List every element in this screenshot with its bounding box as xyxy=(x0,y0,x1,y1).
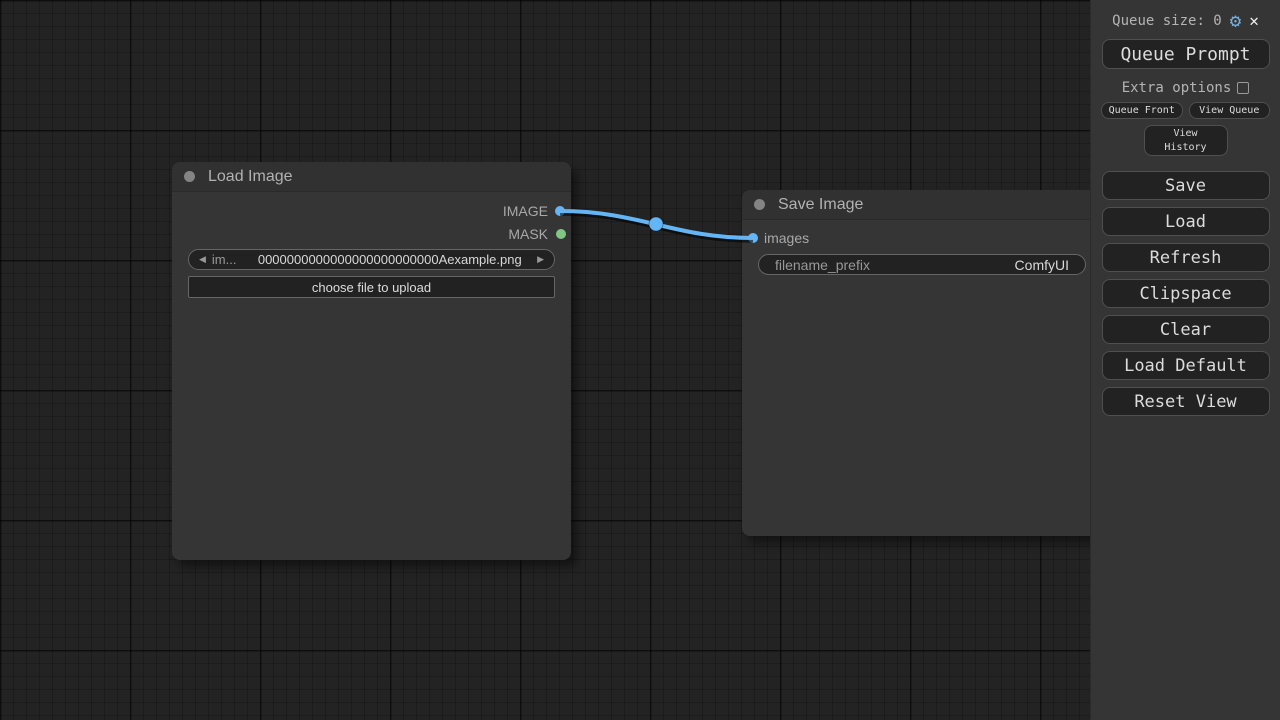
extra-options-label: Extra options xyxy=(1122,80,1232,96)
reset-view-button[interactable]: Reset View xyxy=(1102,387,1270,416)
node-save-image[interactable]: Save Image images filename_prefix ComfyU… xyxy=(742,190,1102,536)
clear-button[interactable]: Clear xyxy=(1102,315,1270,344)
output-label-image: IMAGE xyxy=(503,204,548,218)
save-image-title-bar[interactable]: Save Image xyxy=(742,190,1102,220)
combo-prev-icon[interactable]: ◀ xyxy=(199,254,206,265)
collapse-dot-icon[interactable] xyxy=(184,171,195,182)
output-label-mask: MASK xyxy=(508,227,548,241)
close-icon[interactable]: ✕ xyxy=(1249,13,1259,29)
combo-label: im... xyxy=(212,252,237,267)
view-queue-button[interactable]: View Queue xyxy=(1189,102,1271,119)
extra-options-checkbox[interactable] xyxy=(1237,82,1249,94)
combo-next-icon[interactable]: ▶ xyxy=(537,254,544,265)
combo-value: 0000000000000000000000000Aexample.png xyxy=(242,252,537,267)
queue-actions-row: Queue Front View Queue xyxy=(1101,102,1270,119)
node-load-image[interactable]: Load Image IMAGE MASK ◀ im... 0000000000… xyxy=(172,162,571,560)
choose-file-button[interactable]: choose file to upload xyxy=(188,276,555,298)
view-history-button[interactable]: View History xyxy=(1144,125,1228,156)
choose-file-label: choose file to upload xyxy=(312,280,431,295)
comfy-menu: Queue size: 0 ⚙ ✕ Queue Prompt Extra opt… xyxy=(1090,0,1280,720)
load-button[interactable]: Load xyxy=(1102,207,1270,236)
image-combo-widget[interactable]: ◀ im... 0000000000000000000000000Aexampl… xyxy=(188,249,555,270)
menu-main-buttons: Save Load Refresh Clipspace Clear Load D… xyxy=(1091,171,1280,416)
widget-value: ComfyUI xyxy=(870,257,1069,273)
widget-label: filename_prefix xyxy=(775,257,870,273)
save-button[interactable]: Save xyxy=(1102,171,1270,200)
filename-prefix-widget[interactable]: filename_prefix ComfyUI xyxy=(758,254,1086,275)
output-port-mask[interactable] xyxy=(556,229,566,239)
input-label-images: images xyxy=(764,231,809,245)
queue-front-button[interactable]: Queue Front xyxy=(1101,102,1183,119)
settings-gear-icon[interactable]: ⚙ xyxy=(1230,12,1241,31)
queue-size-label: Queue size: 0 xyxy=(1112,13,1222,29)
load-default-button[interactable]: Load Default xyxy=(1102,351,1270,380)
view-history-label: View History xyxy=(1159,127,1213,154)
node-title: Load Image xyxy=(208,168,293,186)
node-title: Save Image xyxy=(778,196,863,214)
load-image-title-bar[interactable]: Load Image xyxy=(172,162,571,192)
output-port-image[interactable] xyxy=(555,206,565,216)
extra-options-row: Extra options xyxy=(1091,80,1280,96)
clipspace-button[interactable]: Clipspace xyxy=(1102,279,1270,308)
input-port-images[interactable] xyxy=(748,233,758,243)
menu-header: Queue size: 0 ⚙ ✕ xyxy=(1091,0,1280,32)
collapse-dot-icon[interactable] xyxy=(754,199,765,210)
queue-prompt-button[interactable]: Queue Prompt xyxy=(1102,39,1270,69)
refresh-button[interactable]: Refresh xyxy=(1102,243,1270,272)
